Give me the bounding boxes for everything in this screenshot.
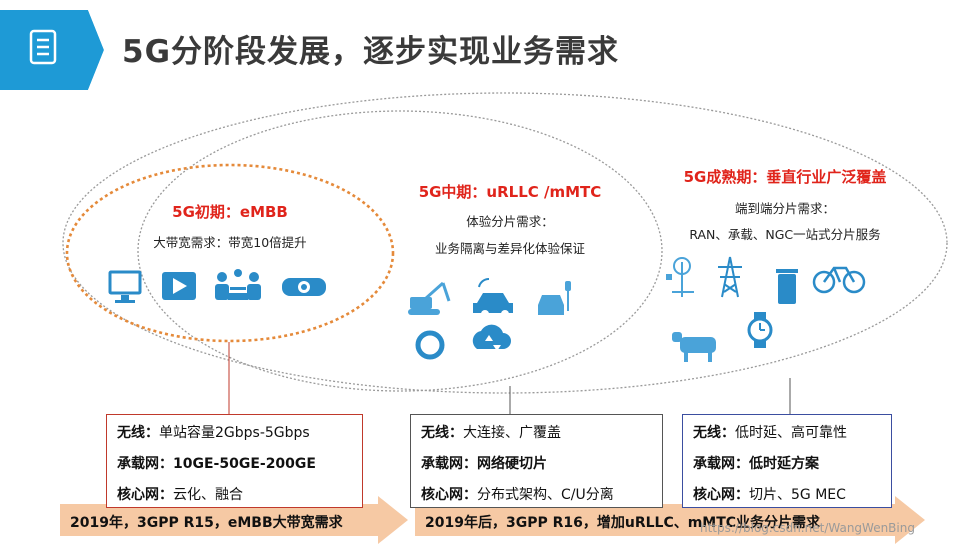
- connected-car-icon: [473, 277, 513, 318]
- phase-mid-subtitle: 体验分片需求：: [466, 214, 554, 229]
- box-row: 承载网：网络硬切片: [421, 456, 547, 472]
- box-row: 核心网：切片、5G MEC: [693, 487, 846, 503]
- monitor-icon: [108, 270, 142, 303]
- smart-ring-icon: [415, 330, 445, 360]
- box-row: 无线：单站容量2Gbps-5Gbps: [117, 425, 310, 441]
- box-row: 承载网：10GE-50GE-200GE: [117, 456, 316, 472]
- smartwatch-icon: [747, 312, 773, 348]
- bicycle-icon: [812, 266, 866, 294]
- cow-icon: [672, 332, 716, 362]
- box-row: 无线：大连接、广覆盖: [421, 425, 561, 441]
- phase-mature-title: 5G成熟期：垂直行业广泛覆盖: [683, 168, 887, 186]
- phase-mid-subtitle-2: 业务隔离与差异化体验保证: [434, 241, 585, 256]
- phase-mid-icons: [408, 277, 571, 360]
- requirements-box-early: 无线：单站容量2Gbps-5Gbps 承载网：10GE-50GE-200GE 核…: [106, 414, 363, 508]
- requirements-box-mid: 无线：大连接、广覆盖 承载网：网络硬切片 核心网：分布式架构、C/U分离: [410, 414, 663, 508]
- parking-meter-car-icon: [538, 281, 571, 315]
- page-title: 5G分阶段发展，逐步实现业务需求: [122, 34, 620, 70]
- phase-mid-title: 5G中期：uRLLC /mMTC: [418, 183, 602, 201]
- box-row: 核心网：云化、融合: [117, 487, 243, 503]
- phase-early-title: 5G初期：eMBB: [172, 203, 288, 221]
- requirements-box-mature: 无线：低时延、高可靠性 承载网：低时延方案 核心网：切片、5G MEC: [682, 414, 892, 508]
- smart-trash-bin-icon: [776, 269, 798, 304]
- timeline-label-r15: 2019年，3GPP R15，eMBB大带宽需求: [70, 515, 343, 531]
- power-tower-icon: [718, 256, 742, 298]
- box-row: 承载网：低时延方案: [693, 456, 819, 472]
- phase-early-icons: [108, 269, 326, 303]
- video-play-icon: [162, 272, 196, 300]
- box-row: 核心网：分布式架构、C/U分离: [421, 487, 614, 503]
- meeting-icon: [215, 269, 261, 300]
- agriculture-sensor-icon: [666, 257, 694, 297]
- phase-mature-icons: [666, 256, 866, 362]
- header-chevron-icon: [0, 10, 111, 90]
- inner-ellipse-early: [65, 163, 395, 343]
- watermark: https://blog.csdn.net/WangWenBing: [700, 521, 915, 535]
- excavator-icon: [408, 281, 451, 315]
- box-row: 无线：低时延、高可靠性: [693, 425, 847, 441]
- phase-mature-subtitle-2: RAN、承载、NGC一站式分片服务: [689, 227, 881, 242]
- cloud-transfer-icon: [472, 324, 511, 351]
- vr-headset-icon: [282, 278, 326, 296]
- phase-early-subtitle: 大带宽需求：带宽10倍提升: [153, 235, 307, 250]
- phase-mature-subtitle: 端到端分片需求：: [734, 201, 835, 216]
